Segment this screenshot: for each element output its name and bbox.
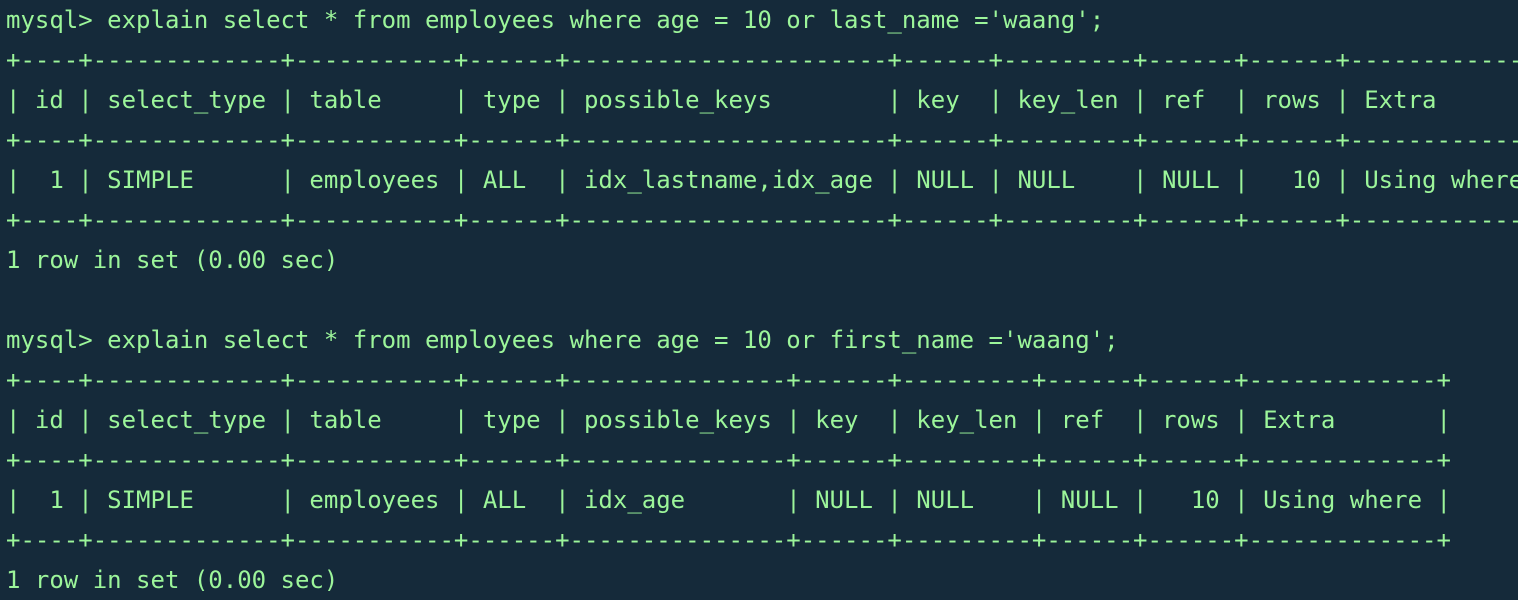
table-2-separator-mid: +----+-------------+-----------+------+-… — [6, 446, 1451, 474]
command-line-1: mysql> explain select * from employees w… — [6, 6, 1105, 34]
table-2-separator-top: +----+-------------+-----------+------+-… — [6, 366, 1451, 394]
table-2-header: | id | select_type | table | type | poss… — [6, 406, 1451, 434]
table-1-separator-top: +----+-------------+-----------+------+-… — [6, 46, 1518, 74]
terminal-window[interactable]: mysql> explain select * from employees w… — [0, 0, 1518, 600]
result-line-2: 1 row in set (0.00 sec) — [6, 566, 339, 594]
command-line-2: mysql> explain select * from employees w… — [6, 326, 1119, 354]
table-1-row: | 1 | SIMPLE | employees | ALL | idx_las… — [6, 166, 1518, 194]
result-line-1: 1 row in set (0.00 sec) — [6, 246, 339, 274]
table-2-separator-bottom: +----+-------------+-----------+------+-… — [6, 526, 1451, 554]
table-2-row: | 1 | SIMPLE | employees | ALL | idx_age… — [6, 486, 1451, 514]
table-1-header: | id | select_type | table | type | poss… — [6, 86, 1518, 114]
table-1-separator-bottom: +----+-------------+-----------+------+-… — [6, 206, 1518, 234]
table-1-separator-mid: +----+-------------+-----------+------+-… — [6, 126, 1518, 154]
